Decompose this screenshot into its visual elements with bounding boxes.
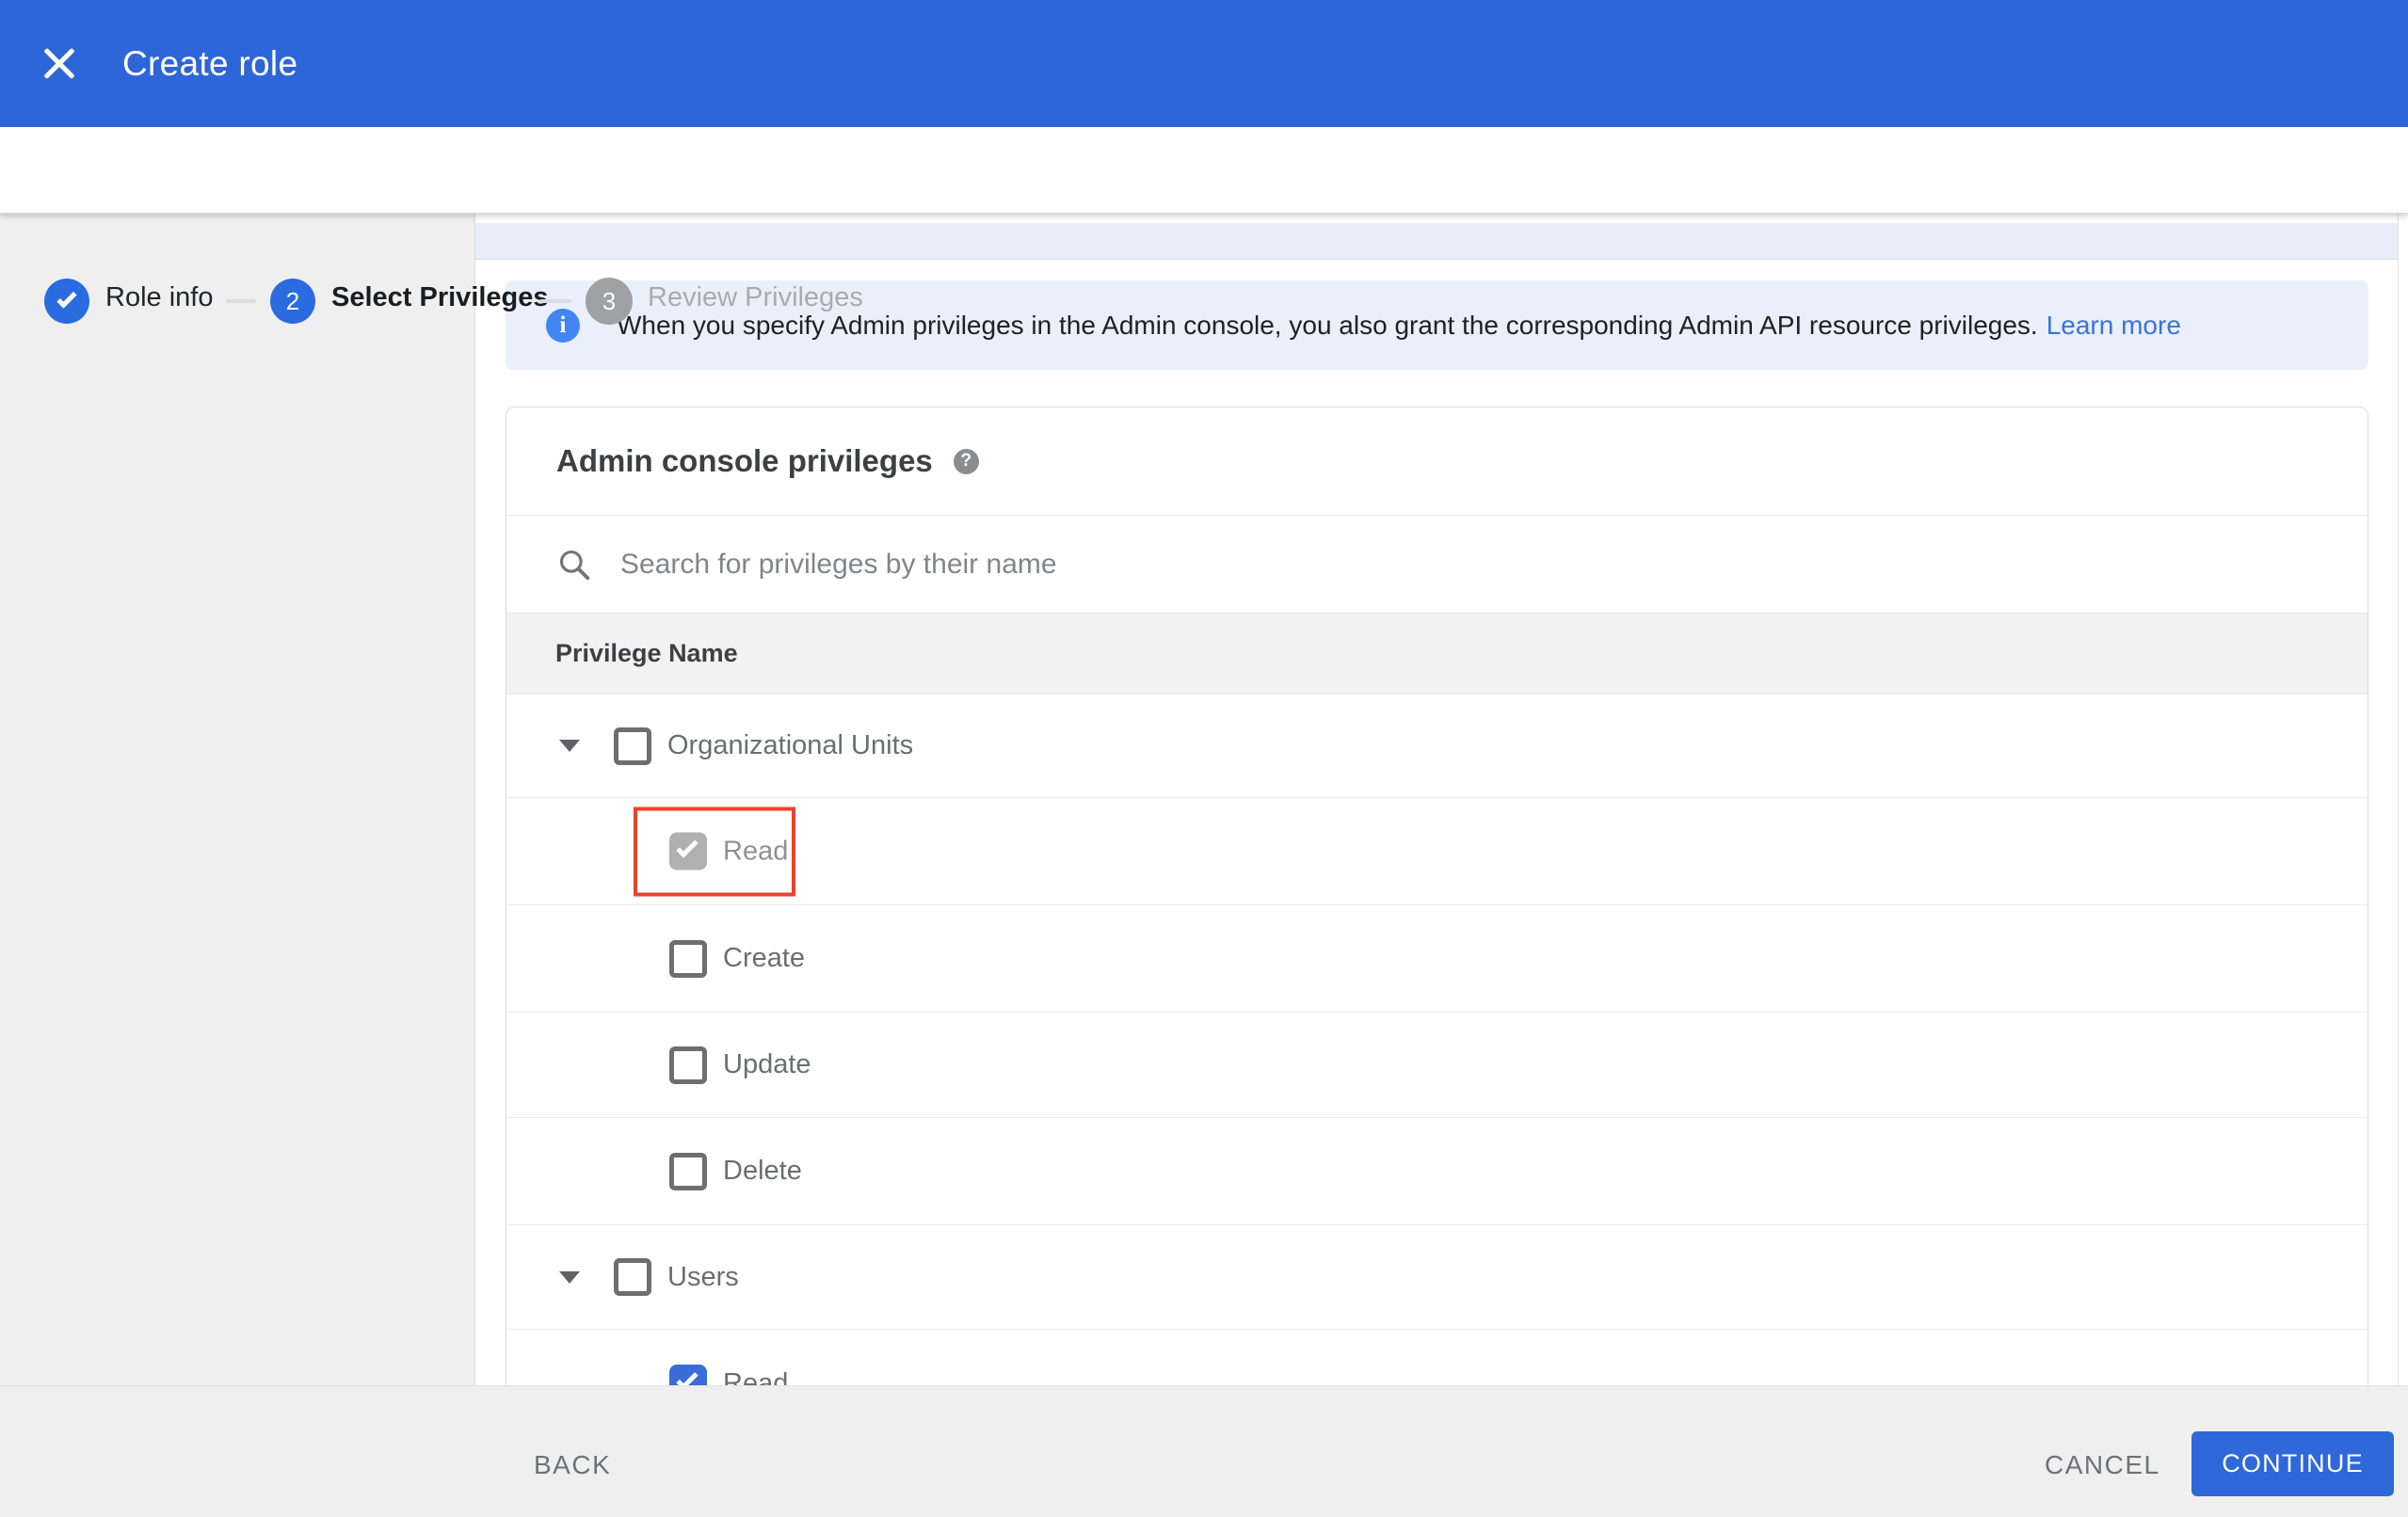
close-icon[interactable] — [41, 45, 77, 81]
privilege-group-label: Organizational Units — [667, 730, 914, 760]
step-connector — [539, 299, 571, 303]
privilege-search-row — [506, 516, 2368, 614]
content-left-divider — [474, 214, 475, 1385]
step-1-indicator-complete[interactable] — [44, 279, 89, 324]
step-3-label-review-privileges: Review Privileges — [648, 281, 863, 312]
privilege-row-users-read: Read — [506, 1330, 2368, 1385]
step-2-label-select-privileges[interactable]: Select Privileges — [331, 254, 549, 341]
checkbox-users[interactable] — [614, 1258, 651, 1296]
learn-more-link[interactable]: Learn more — [2047, 311, 2181, 340]
privilege-name-column-header: Privilege Name — [555, 639, 738, 667]
app-bar: Create role — [0, 0, 2408, 127]
back-button[interactable]: BACK — [534, 1450, 611, 1480]
privilege-group-row-organizational-units: Organizational Units — [506, 695, 2368, 798]
privilege-label: Read — [723, 1367, 789, 1386]
privilege-row-read: Read — [506, 798, 2368, 905]
step-connector — [226, 299, 256, 303]
checkbox-organizational-units[interactable] — [614, 727, 651, 765]
footer-action-bar: BACK CANCEL CONTINUE — [0, 1385, 2408, 1517]
privilege-search-input[interactable] — [620, 548, 2368, 581]
help-icon[interactable]: ? — [953, 448, 979, 474]
collapse-triangle-icon[interactable] — [559, 1270, 580, 1284]
info-icon: i — [546, 308, 580, 343]
privilege-label: Update — [723, 1049, 811, 1079]
step-3-indicator-upcoming: 3 — [586, 278, 633, 325]
search-icon — [559, 550, 590, 580]
check-icon — [56, 288, 77, 309]
admin-console-privileges-card: Admin console privileges ? Privilege Nam… — [506, 407, 2368, 1385]
privilege-group-row-users: Users — [506, 1225, 2368, 1330]
checkbox-create[interactable] — [669, 939, 707, 978]
privilege-row-update: Update — [506, 1013, 2368, 1118]
checkbox-update[interactable] — [669, 1046, 707, 1084]
privilege-label: Delete — [723, 1156, 802, 1186]
step-1-label-role-info[interactable]: Role info — [105, 254, 213, 341]
privilege-row-delete: Delete — [506, 1118, 2368, 1225]
privilege-label: Create — [723, 943, 806, 973]
privilege-group-label: Users — [667, 1261, 739, 1292]
checkbox-read-checked-disabled[interactable] — [669, 832, 707, 870]
table-header-row: Privilege Name — [506, 614, 2368, 695]
continue-button[interactable]: CONTINUE — [2191, 1431, 2394, 1496]
highlight-annotation-box: Read — [634, 806, 795, 896]
checkbox-delete[interactable] — [669, 1152, 707, 1190]
card-title-row: Admin console privileges ? — [506, 407, 2368, 516]
dialog-title: Create role — [122, 43, 298, 83]
privilege-row-create: Create — [506, 905, 2368, 1013]
checkbox-users-read-checked[interactable] — [669, 1365, 707, 1385]
dialog-content: i When you specify Admin privileges in t… — [475, 214, 2408, 1385]
privilege-label: Read — [723, 836, 789, 866]
stepper-bar: Role info 2 Select Privileges 3 Review P… — [0, 127, 2408, 325]
scrollbar-gutter[interactable] — [2398, 214, 2408, 1385]
cancel-button[interactable]: CANCEL — [2045, 1450, 2160, 1480]
check-icon — [676, 1367, 698, 1385]
step-2-indicator-active[interactable]: 2 — [270, 279, 315, 324]
card-title: Admin console privileges — [556, 443, 933, 478]
check-icon — [676, 836, 698, 858]
collapse-triangle-icon[interactable] — [559, 740, 580, 752]
